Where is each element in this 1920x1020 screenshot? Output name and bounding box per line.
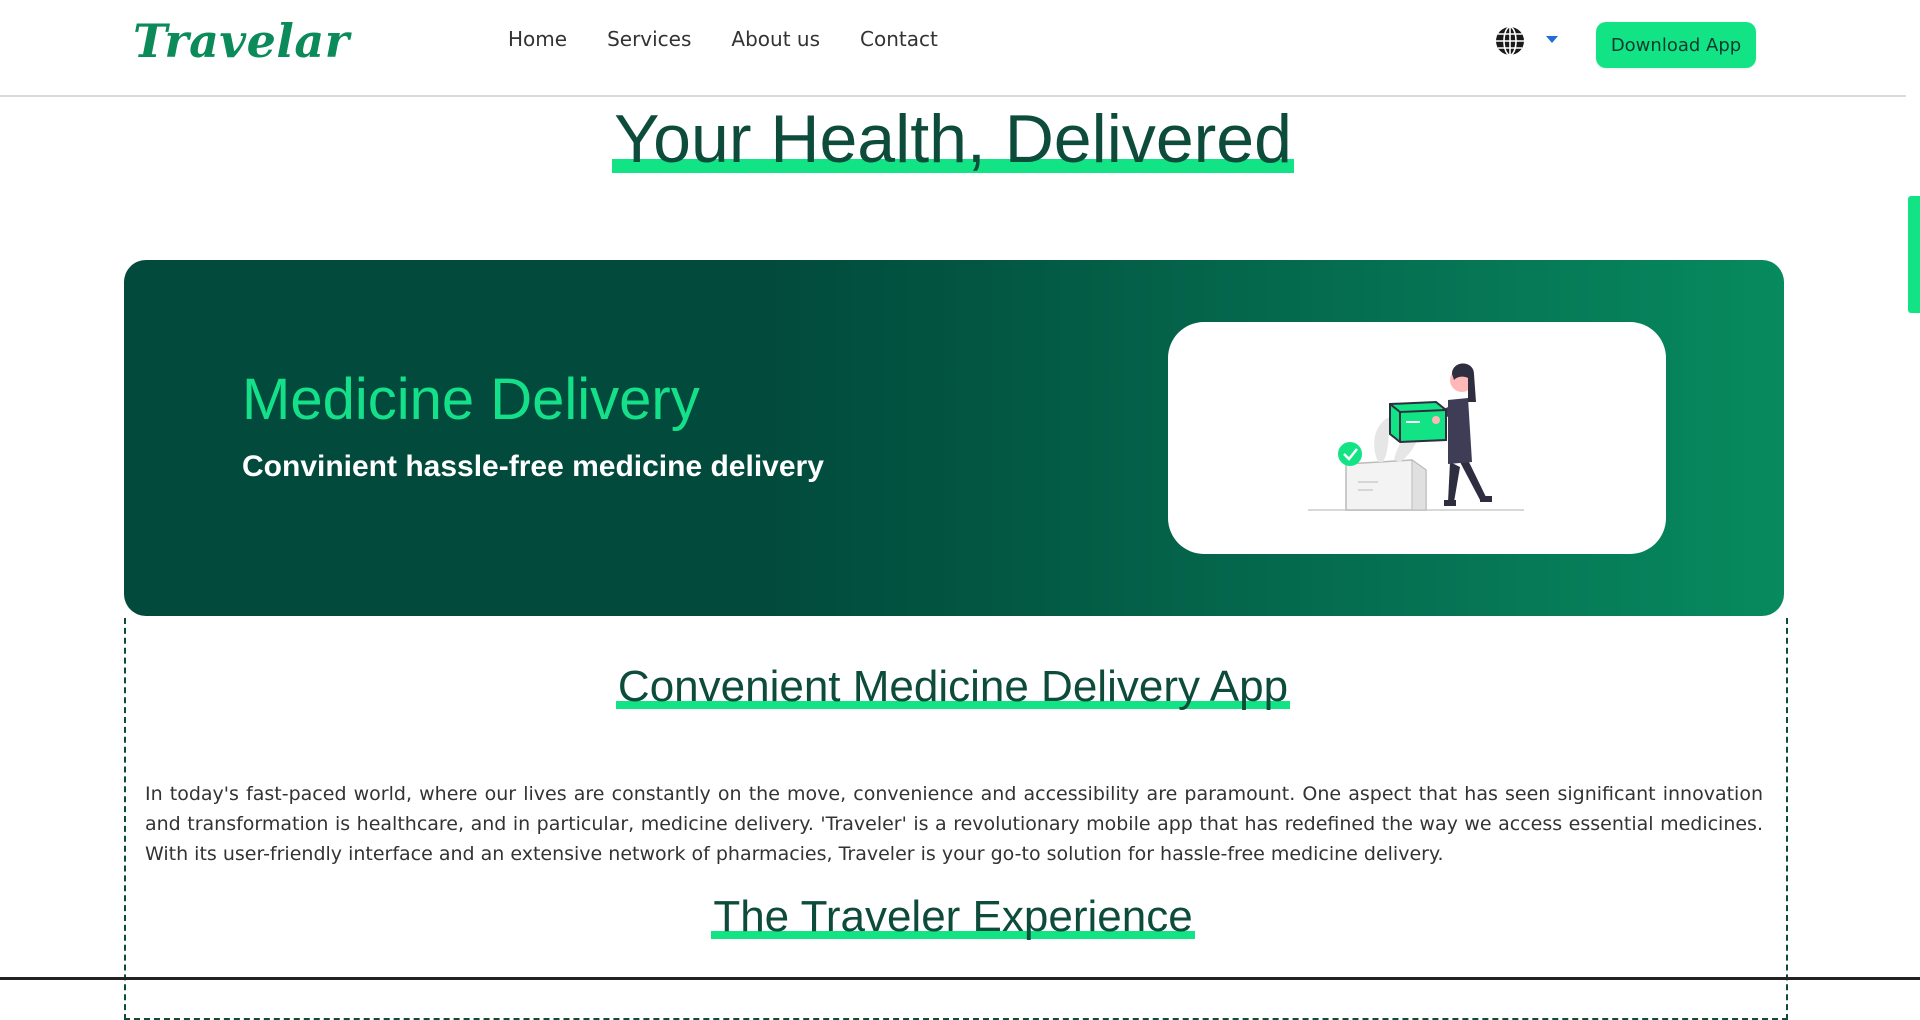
chevron-down-icon[interactable] [1546,36,1558,43]
nav-services[interactable]: Services [607,27,691,51]
content-subheading: The Traveler Experience [711,892,1195,941]
hero-banner: Medicine Delivery Convinient hassle-free… [124,260,1784,616]
page-title: Your Health, Delivered [612,101,1294,177]
page-title-wrap: Your Health, Delivered [0,100,1906,178]
content-heading-wrap: Convenient Medicine Delivery App [0,662,1906,712]
intro-paragraph: In today's fast-paced world, where our l… [145,783,1763,865]
globe-icon[interactable] [1494,25,1526,57]
nav-about-us[interactable]: About us [731,27,820,51]
side-scroll-tab[interactable] [1908,196,1920,313]
content-heading: Convenient Medicine Delivery App [615,662,1291,711]
download-app-button[interactable]: Download App [1596,22,1756,68]
logo[interactable]: Travelar [133,14,349,68]
hero-title: Medicine Delivery [242,367,700,432]
nav-home[interactable]: Home [508,27,567,51]
hero-subtitle: Convinient hassle-free medicine delivery [242,450,824,483]
hero-illustration-card [1168,322,1666,554]
nav-contact[interactable]: Contact [860,27,938,51]
main-nav: Home Services About us Contact [508,27,938,51]
content-subheading-wrap: The Traveler Experience [0,892,1906,942]
site-header: Travelar Home Services About us Contact … [0,0,1906,97]
delivery-woman-illustration [1308,363,1524,511]
